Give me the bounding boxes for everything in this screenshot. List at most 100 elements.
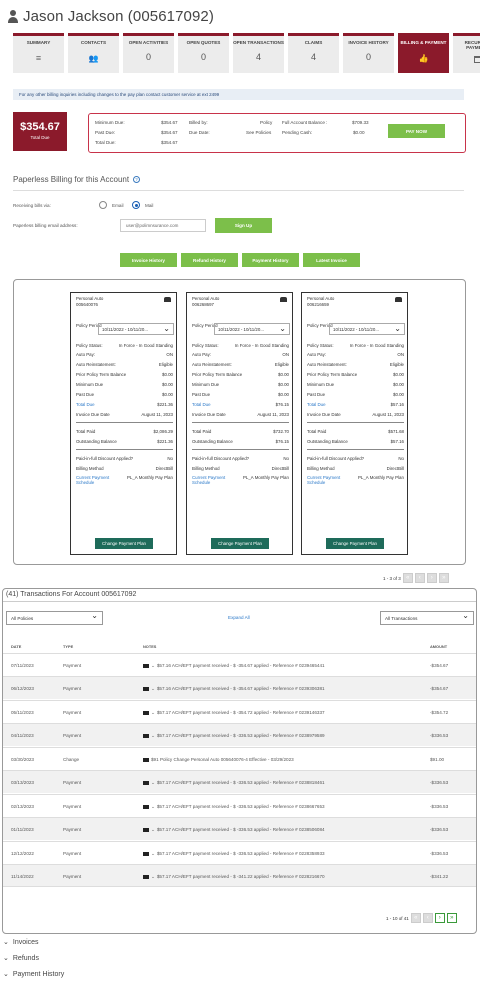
total-due-row-label: Total Due:	[95, 140, 116, 145]
table-row[interactable]: 03/30/2023 Change $91 Policy Change Person…	[3, 747, 476, 770]
tab-billing-payment[interactable]: BILLING & PAYMENT 👍	[398, 33, 449, 73]
info-banner: For any other billing inquiries includin…	[13, 89, 464, 100]
table-row[interactable]: 11/14/2022 Payment ⌄ $57.17 ACH/EFT payment…	[3, 864, 476, 888]
last-page-icon[interactable]: »	[446, 913, 457, 923]
table-row[interactable]: 05/11/2023 Payment ⌄ $57.17 ACH/EFT payment…	[3, 700, 476, 723]
tab-open-activities[interactable]: OPEN ACTIVITIES 0	[123, 33, 174, 73]
tab-recurring-payments[interactable]: RECURRING PAYMENTS	[453, 33, 480, 73]
invoices-accordion[interactable]: ⌄ Invoices	[3, 938, 39, 946]
policy-period-select[interactable]: 10/11/2022 - 10/11/20...	[214, 323, 290, 335]
past-due-label: Past Due:	[95, 130, 116, 135]
sign-up-button[interactable]: Sign Up	[215, 218, 272, 233]
email-address-label: Paperless billing email address:	[13, 223, 78, 228]
payment-history-accordion[interactable]: ⌄ Payment History	[3, 970, 64, 978]
col-date[interactable]: DATE	[11, 644, 21, 649]
chevron-down-icon[interactable]: ⌄	[151, 827, 155, 832]
payment-history-button[interactable]: Payment History	[242, 253, 299, 267]
tab-open-quotes[interactable]: OPEN QUOTES 0	[178, 33, 229, 73]
card-icon	[143, 710, 149, 715]
balance-detail: Minimum Due: $354.67 Past Due: $354.67 T…	[88, 113, 466, 153]
first-page-icon[interactable]: «	[410, 913, 421, 923]
total-due-row-value: $354.67	[161, 140, 178, 145]
prev-page-icon[interactable]: ‹	[414, 573, 425, 583]
paperless-title: Paperless Billing for this Account?	[13, 175, 141, 184]
menu-icon: ≡	[35, 53, 42, 63]
thumbs-up-icon: 👍	[418, 54, 429, 63]
tab-bar: SUMMARY ≡ CONTACTS 👥 OPEN ACTIVITIES 0 O…	[13, 33, 480, 73]
total-due-amount: $354.67	[20, 121, 60, 133]
table-row[interactable]: 04/11/2023 Payment ⌄ $57.17 ACH/EFT payment…	[3, 723, 476, 747]
page-header: Jason Jackson (005617092)	[8, 6, 214, 26]
chevron-down-icon[interactable]: ⌄	[151, 804, 155, 809]
next-page-icon[interactable]: ›	[434, 913, 445, 923]
policy-period-select[interactable]: 10/11/2022 - 10/11/20...	[98, 323, 174, 335]
prev-page-icon[interactable]: ‹	[422, 913, 433, 923]
table-row[interactable]: 02/13/2023 Payment ⌄ $57.17 ACH/EFT payment…	[3, 794, 476, 817]
tab-contacts[interactable]: CONTACTS 👥	[68, 33, 119, 73]
first-page-icon[interactable]: «	[402, 573, 413, 583]
last-page-icon[interactable]: »	[438, 573, 449, 583]
expand-all-link[interactable]: Expand All	[228, 615, 250, 620]
transaction-filter-select[interactable]: All Transactions	[380, 611, 474, 625]
policy-card: Personal Auto 005640076 Policy Period 10/…	[70, 292, 177, 555]
policy-pager: 1 - 3 of 3 « ‹ › »	[383, 573, 449, 583]
minimum-due-label: Minimum Due:	[95, 120, 125, 125]
mail-radio[interactable]	[132, 201, 140, 209]
latest-invoice-button[interactable]: Latest Invoice	[303, 253, 360, 267]
col-type[interactable]: TYPE	[63, 644, 73, 649]
help-icon[interactable]: ?	[133, 176, 141, 184]
chevron-down-icon[interactable]: ⌄	[151, 686, 155, 691]
credit-card-icon	[453, 56, 480, 63]
next-page-icon[interactable]: ›	[426, 573, 437, 583]
car-icon	[395, 297, 402, 302]
tab-summary[interactable]: SUMMARY ≡	[13, 33, 64, 73]
table-row[interactable]: 06/12/2023 Payment ⌄ $57.16 ACH/EFT payment…	[3, 676, 476, 700]
full-balance-label: Full Account Balance :	[282, 120, 328, 125]
table-row[interactable]: 12/12/2022 Payment ⌄ $57.17 ACH/EFT payment…	[3, 841, 476, 864]
tab-open-transactions[interactable]: OPEN TRANSACTIONS 4	[233, 33, 284, 73]
change-payment-plan-button[interactable]: Change Payment Plan	[326, 538, 384, 549]
card-icon	[143, 663, 149, 668]
total-due-box: $354.67 Total Due	[13, 112, 67, 151]
pending-cash-value: $0.00	[353, 130, 365, 135]
chevron-down-icon[interactable]: ⌄	[151, 851, 155, 856]
change-payment-plan-button[interactable]: Change Payment Plan	[95, 538, 153, 549]
chevron-down-icon[interactable]: ⌄	[151, 874, 155, 879]
card-icon	[143, 780, 149, 785]
tab-invoice-history[interactable]: INVOICE HISTORY 0	[343, 33, 394, 73]
due-date-label: Due Date:	[189, 130, 210, 135]
chevron-down-icon[interactable]: ⌄	[151, 780, 155, 785]
chevron-down-icon[interactable]: ⌄	[151, 733, 155, 738]
invoice-history-button[interactable]: Invoice History	[120, 253, 177, 267]
table-row[interactable]: 03/13/2023 Payment ⌄ $57.17 ACH/EFT payment…	[3, 770, 476, 794]
transactions-pager: 1 - 10 of 41 « ‹ › »	[386, 913, 457, 923]
page-title: Jason Jackson (005617092)	[23, 7, 214, 25]
chevron-down-icon[interactable]: ⌄	[151, 663, 155, 668]
pay-now-button[interactable]: PAY NOW	[388, 124, 445, 138]
policy-filter-select[interactable]: All Policies	[6, 611, 103, 625]
card-icon	[143, 757, 149, 762]
email-radio[interactable]	[99, 201, 107, 209]
people-icon: 👥	[88, 54, 99, 63]
refund-history-button[interactable]: Refund History	[181, 253, 238, 267]
policy-period-select[interactable]: 10/11/2022 - 10/11/20...	[329, 323, 405, 335]
transactions-panel: (41) Transactions For Account 005617092 …	[2, 588, 477, 934]
email-field[interactable]: user@polimnsurance.com	[120, 219, 206, 232]
chevron-down-icon[interactable]: ⌄	[151, 710, 155, 715]
card-icon	[143, 804, 149, 809]
mail-option-label: Mail	[145, 203, 154, 208]
past-due-value: $354.67	[161, 130, 178, 135]
full-balance-value: $709.33	[352, 120, 369, 125]
divider	[13, 190, 464, 191]
col-amount[interactable]: AMOUNT	[430, 644, 447, 649]
refunds-accordion[interactable]: ⌄ Refunds	[3, 954, 39, 962]
table-row[interactable]: 01/11/2023 Payment ⌄ $57.17 ACH/EFT payment…	[3, 817, 476, 841]
change-payment-plan-button[interactable]: Change Payment Plan	[211, 538, 269, 549]
chevron-down-icon: ⌄	[3, 939, 9, 946]
tab-claims[interactable]: CLAIMS 4	[288, 33, 339, 73]
car-icon	[164, 297, 171, 302]
col-notes[interactable]: NOTES	[143, 644, 156, 649]
table-row[interactable]: 07/11/2023 Payment ⌄ $57.16 ACH/EFT payment…	[3, 653, 476, 676]
receiving-label: Receiving bills via:	[13, 203, 51, 208]
policy-card: Personal Auto 006216659 Policy Period 10/…	[301, 292, 408, 555]
